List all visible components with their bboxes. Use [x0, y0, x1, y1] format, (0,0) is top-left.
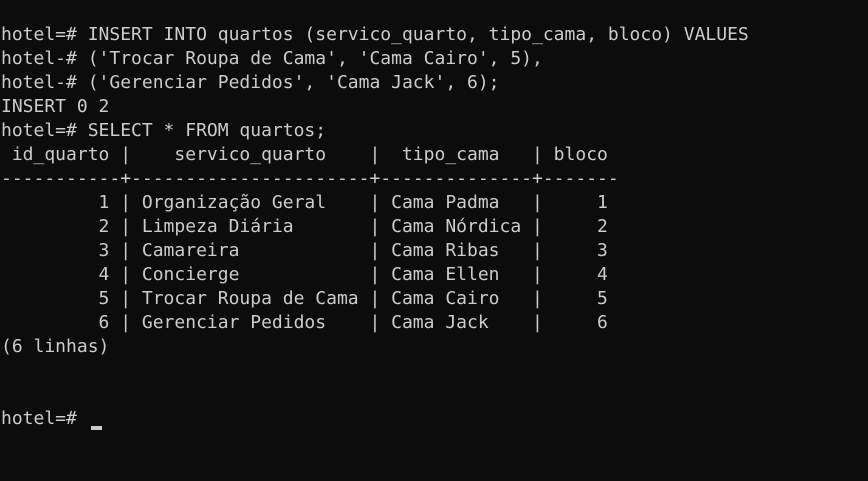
table-separator: -----------+----------------------+-----… — [1, 168, 619, 189]
terminal-line: hotel=# INSERT INTO quartos (servico_qua… — [1, 24, 749, 45]
terminal-line: INSERT 0 2 — [1, 96, 110, 117]
table-row: 4 | Concierge | Cama Ellen | 4 — [1, 264, 608, 285]
terminal-line: hotel-# ('Trocar Roupa de Cama', 'Cama C… — [1, 48, 543, 69]
row-count: (6 linhas) — [1, 336, 110, 357]
terminal-output[interactable]: hotel=# INSERT INTO quartos (servico_qua… — [0, 23, 868, 481]
terminal-line: hotel=# SELECT * FROM quartos; — [1, 120, 327, 141]
table-header: id_quarto | servico_quarto | tipo_cama |… — [1, 144, 608, 165]
table-row: 6 | Gerenciar Pedidos | Cama Jack | 6 — [1, 312, 608, 333]
table-row: 3 | Camareira | Cama Ribas | 3 — [1, 240, 608, 261]
prompt-label: hotel=# — [1, 408, 88, 429]
table-row: 5 | Trocar Roupa de Cama | Cama Cairo | … — [1, 288, 608, 309]
table-row: 2 | Limpeza Diária | Cama Nórdica | 2 — [1, 216, 608, 237]
cursor-icon — [90, 426, 102, 430]
input-prompt[interactable]: hotel=# — [0, 407, 868, 431]
terminal-line: hotel-# ('Gerenciar Pedidos', 'Cama Jack… — [1, 72, 500, 93]
table-row: 1 | Organização Geral | Cama Padma | 1 — [1, 192, 608, 213]
